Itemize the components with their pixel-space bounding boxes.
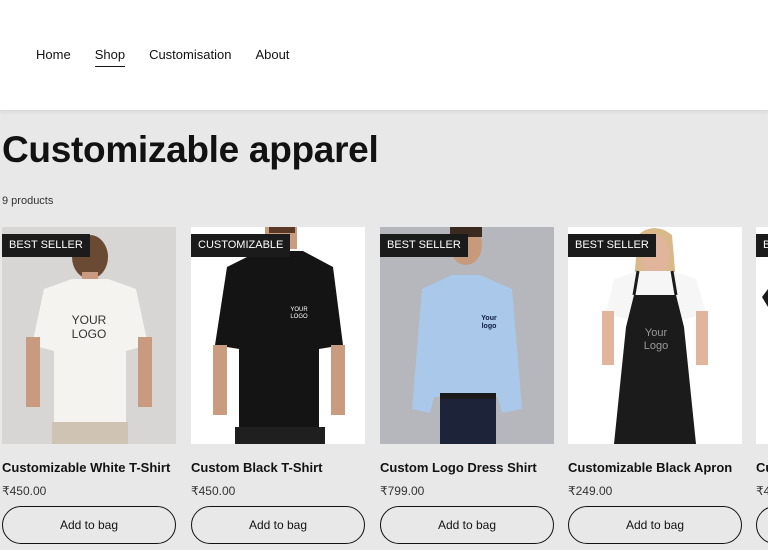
product-price: ₹799.00 [380,484,425,498]
nav-shop[interactable]: Shop [94,46,126,67]
logo-placeholder-text: Your logo [481,315,497,331]
product-name[interactable]: Cu [756,460,768,475]
product-name[interactable]: Custom Black T-Shirt [191,460,322,475]
product-price: ₹4 [756,484,768,498]
product-name[interactable]: Customizable Black Apron [568,460,732,475]
product-image[interactable]: YOUR LOGO CUSTOMIZABLE [191,227,365,444]
product-price: ₹450.00 [191,484,236,498]
add-to-bag-button[interactable]: Add to bag [191,506,365,544]
product-image[interactable]: Your Logo BEST SELLER [568,227,742,444]
product-price: ₹450.00 [2,484,47,498]
badge: BEST SELLER [380,234,468,257]
add-to-bag-button[interactable]: Add to bag [380,506,554,544]
add-to-bag-button[interactable] [756,506,768,544]
page-title: Customizable apparel [2,129,379,170]
main-nav: Home Shop Customisation About [36,46,313,67]
dress-shirt-photo [380,227,554,444]
product-image[interactable]: B [756,227,768,444]
product-card[interactable]: YOUR LOGO BEST SELLER Customizable White … [2,227,176,544]
add-to-bag-button[interactable]: Add to bag [2,506,176,544]
logo-placeholder-text: Your Logo [643,327,669,353]
product-photo [756,227,768,444]
product-image[interactable]: YOUR LOGO BEST SELLER [2,227,176,444]
nav-home[interactable]: Home [36,46,71,67]
badge: BEST SELLER [2,234,90,257]
product-card[interactable]: B Cu ₹4 [756,227,768,544]
nav-about[interactable]: About [255,46,289,67]
logo-placeholder-text: YOUR LOGO [71,313,107,342]
badge: B [756,234,768,257]
product-grid: YOUR LOGO BEST SELLER Customizable White … [2,227,768,550]
site-header: Home Shop Customisation About [0,0,768,110]
add-to-bag-button[interactable]: Add to bag [568,506,742,544]
badge: CUSTOMIZABLE [191,234,291,257]
product-card[interactable]: Your Logo BEST SELLER Customizable Black … [568,227,742,544]
logo-placeholder-text: YOUR LOGO [290,307,308,321]
product-image[interactable]: Your logo BEST SELLER [380,227,554,444]
product-count: 9 products [2,195,54,207]
product-name[interactable]: Custom Logo Dress Shirt [380,460,537,475]
product-card[interactable]: YOUR LOGO CUSTOMIZABLE Custom Black T-Shi… [191,227,365,544]
black-tshirt-photo [191,227,365,444]
badge: BEST SELLER [568,234,656,257]
product-price: ₹249.00 [568,484,613,498]
product-name[interactable]: Customizable White T-Shirt [2,460,170,475]
nav-customisation[interactable]: Customisation [149,46,231,67]
product-card[interactable]: Your logo BEST SELLER Custom Logo Dress S… [380,227,554,544]
